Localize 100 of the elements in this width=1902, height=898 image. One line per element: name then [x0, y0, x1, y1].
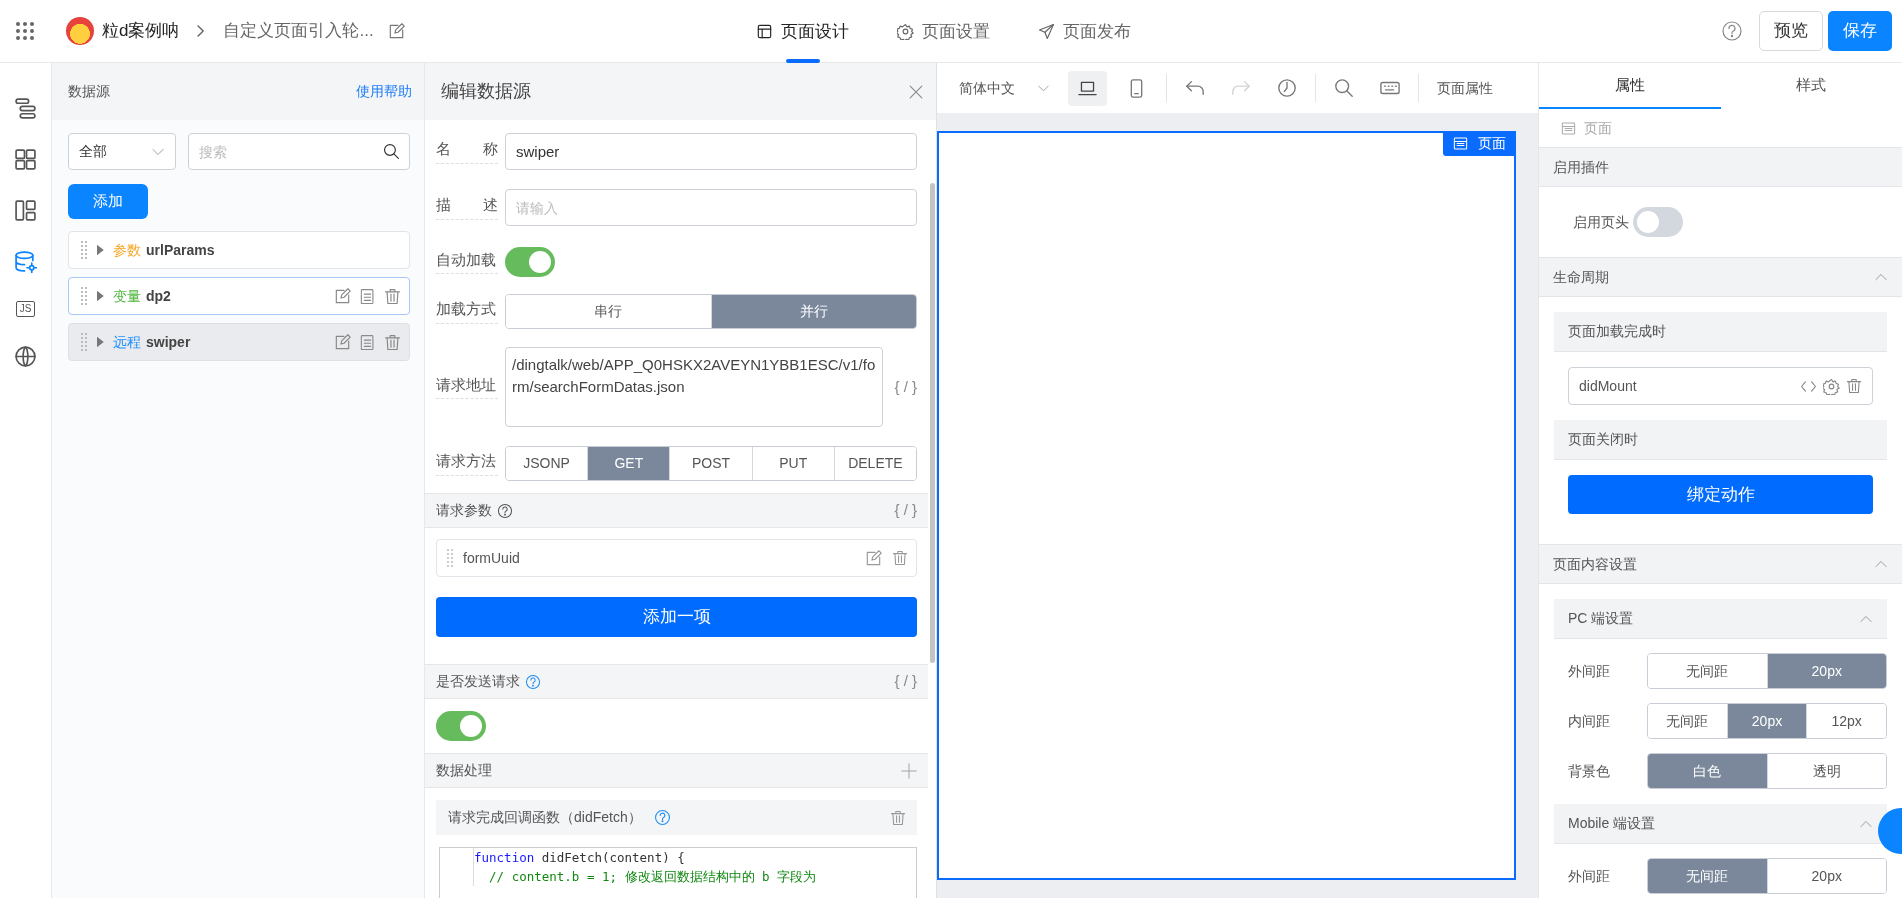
search-field[interactable]: 搜索 — [188, 133, 410, 170]
segment-option[interactable]: 透明 — [1766, 754, 1886, 788]
apps-menu-icon[interactable] — [14, 20, 36, 42]
language-select[interactable]: 简体中文 — [951, 71, 1058, 105]
database-gear-icon[interactable] — [14, 250, 37, 273]
datasource-item[interactable]: 远程 swiper — [68, 323, 410, 361]
segment-option[interactable]: 20px — [1726, 704, 1807, 738]
field-label: 内间距 — [1568, 711, 1611, 731]
layout-icon[interactable] — [14, 199, 37, 222]
settings-icon[interactable] — [1823, 377, 1840, 395]
page-canvas[interactable]: 页面 — [937, 131, 1516, 880]
help-icon[interactable] — [1721, 20, 1743, 42]
gear-icon — [897, 23, 914, 40]
drag-handle-icon[interactable] — [81, 333, 87, 351]
search-icon[interactable] — [383, 143, 400, 160]
edit-icon[interactable] — [865, 549, 882, 567]
save-button[interactable]: 保存 — [1828, 11, 1892, 51]
trash-icon[interactable] — [890, 809, 906, 826]
field-label: 名 称 — [436, 139, 498, 164]
help-icon[interactable] — [653, 809, 671, 826]
subsection-title: 页面关闭时 — [1568, 430, 1638, 449]
top-tab[interactable]: 页面设计 — [750, 0, 855, 63]
scrollbar-thumb[interactable] — [930, 183, 935, 663]
script-tab[interactable]: JS — [15, 301, 36, 317]
clock-icon[interactable] — [1277, 78, 1297, 98]
close-icon[interactable] — [908, 83, 924, 100]
expand-triangle-icon[interactable] — [95, 336, 105, 348]
help-icon[interactable] — [525, 673, 541, 690]
edit-icon[interactable] — [334, 333, 351, 351]
method-option[interactable]: GET — [587, 447, 670, 480]
outline-tree-icon[interactable] — [14, 97, 37, 120]
datasource-name: dp2 — [146, 286, 172, 306]
add-item-button[interactable]: 添加一项 — [436, 597, 917, 637]
segment-option[interactable]: 白色 — [1648, 754, 1767, 788]
copy-icon[interactable] — [359, 333, 376, 351]
datasource-type: 远程 — [113, 332, 141, 352]
app-logo-icon — [66, 17, 94, 45]
preview-button[interactable]: 预览 — [1759, 11, 1823, 51]
globe-icon[interactable] — [14, 345, 37, 368]
drag-handle-icon[interactable] — [81, 287, 87, 305]
datasource-type: 变量 — [113, 286, 141, 306]
trash-icon[interactable] — [892, 550, 908, 566]
datasource-item[interactable]: 参数 urlParams — [68, 231, 410, 269]
desktop-view-button[interactable] — [1068, 70, 1107, 106]
grid-icon[interactable] — [14, 148, 37, 171]
help-link[interactable]: 使用帮助 — [356, 81, 412, 102]
top-tab[interactable]: 页面发布 — [1032, 0, 1137, 63]
datasource-type: 参数 — [113, 240, 141, 260]
expand-triangle-icon[interactable] — [95, 290, 105, 302]
page-properties-button[interactable]: 页面属性 — [1429, 71, 1501, 105]
name-field[interactable]: swiper — [505, 133, 917, 170]
segment-option[interactable]: 12px — [1806, 704, 1886, 738]
url-field[interactable]: /dingtalk/web/APP_Q0HSKX2AVEYN1YBB1ESC/v1/form/searchFormDatas.json — [505, 347, 884, 427]
copy-icon[interactable] — [359, 287, 376, 305]
section-title: 生命周期 — [1553, 267, 1609, 287]
panel-title: 编辑数据源 — [441, 80, 531, 103]
edit-icon[interactable] — [387, 22, 405, 40]
header-toggle[interactable] — [1633, 207, 1683, 237]
page-icon — [1453, 136, 1468, 151]
subsection-title: Mobile 端设置 — [1568, 814, 1656, 833]
description-field[interactable]: 请输入 — [505, 189, 917, 226]
toggle-label: 启用页头 — [1573, 212, 1629, 232]
top-tab[interactable]: 页面设置 — [891, 0, 996, 63]
trash-icon[interactable] — [384, 333, 401, 351]
page-breadcrumb[interactable]: 自定义页面引入轮... — [223, 18, 374, 44]
undo-icon[interactable] — [1185, 78, 1205, 98]
paper-plane-icon — [1038, 23, 1055, 40]
expand-triangle-icon[interactable] — [95, 244, 105, 256]
segment-option[interactable]: 20px — [1766, 654, 1886, 688]
param-item[interactable]: formUuid — [436, 539, 917, 577]
section-title: 是否发送请求 — [436, 672, 520, 691]
trash-icon[interactable] — [384, 287, 401, 305]
code-line: // content.b = 1; 修改返回数据结构中的 b 字段为 — [473, 867, 916, 886]
datasource-name: urlParams — [146, 240, 216, 260]
code-editor[interactable]: function didFetch(content) { // content.b = 1; 修改返回数据结构中的 b 字段为 — [439, 847, 917, 898]
field-label: 请求方法 — [436, 451, 498, 476]
method-option[interactable]: DELETE — [833, 447, 916, 480]
datasource-item[interactable]: 变量 dp2 — [68, 277, 410, 315]
segment-option[interactable]: 20px — [1766, 859, 1886, 893]
add-button[interactable]: 添加 — [68, 184, 148, 219]
segment-option[interactable]: 并行 — [710, 295, 916, 328]
send-request-toggle[interactable] — [436, 711, 486, 741]
field-label: 请求地址 — [436, 374, 498, 400]
bind-action-button[interactable]: 绑定动作 — [1568, 475, 1873, 514]
field-label: 外间距 — [1568, 661, 1611, 681]
section-title: 页面内容设置 — [1553, 554, 1637, 574]
page-tag[interactable]: 页面 — [1443, 131, 1516, 156]
drag-handle-icon[interactable] — [81, 241, 87, 259]
variable-button[interactable]: { / } — [894, 375, 917, 399]
trash-icon[interactable] — [1846, 378, 1862, 394]
edit-icon[interactable] — [334, 287, 351, 305]
field-label: 背景色 — [1568, 761, 1611, 781]
datasource-name: swiper — [146, 332, 192, 352]
filter-select[interactable]: 全部 — [68, 133, 177, 170]
help-icon[interactable] — [497, 502, 513, 519]
action-field[interactable]: didMount — [1568, 367, 1873, 405]
app-name[interactable]: 粒d案例呐 — [102, 18, 180, 44]
drag-handle-icon[interactable] — [447, 549, 453, 567]
auto-load-toggle[interactable] — [505, 247, 555, 277]
segment-option[interactable]: 无间距 — [1648, 859, 1767, 893]
